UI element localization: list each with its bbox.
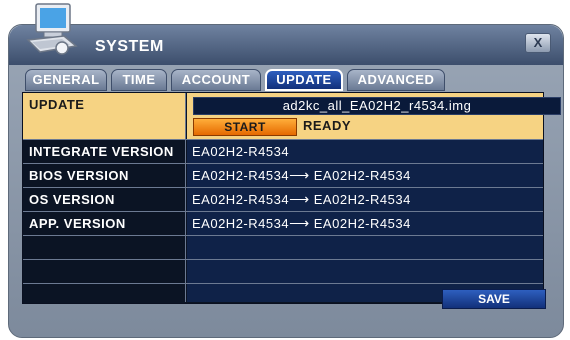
update-table: UPDATE ad2kc_all_EA02H2_r4534.img START … <box>22 92 561 304</box>
row-label: INTEGRATE VERSION <box>23 140 186 163</box>
update-cell: ad2kc_all_EA02H2_r4534.img START READY <box>187 93 561 139</box>
update-status: READY <box>303 118 352 133</box>
row-value: EA02H2-R4534 <box>187 140 543 163</box>
tab-account[interactable]: ACCOUNT <box>171 69 261 91</box>
update-row: UPDATE ad2kc_all_EA02H2_r4534.img START … <box>23 93 561 140</box>
row-value <box>187 236 543 259</box>
row-value: EA02H2-R4534⟶ EA02H2-R4534 <box>187 164 543 187</box>
table-row: OS VERSION EA02H2-R4534⟶ EA02H2-R4534 <box>23 188 543 212</box>
current-version: EA02H2-R4534 <box>192 192 290 207</box>
update-file-field[interactable]: ad2kc_all_EA02H2_r4534.img <box>193 97 561 115</box>
row-label <box>23 284 186 302</box>
arrow-right-icon: ⟶ <box>289 215 310 231</box>
arrow-right-icon: ⟶ <box>289 167 310 183</box>
row-label: BIOS VERSION <box>23 164 186 187</box>
save-button[interactable]: SAVE <box>442 289 546 309</box>
tab-time[interactable]: TIME <box>111 69 167 91</box>
tab-advanced[interactable]: ADVANCED <box>347 69 445 91</box>
row-label <box>23 260 186 283</box>
table-row: INTEGRATE VERSION EA02H2-R4534 <box>23 140 543 164</box>
row-label: APP. VERSION <box>23 212 186 235</box>
title-bar: SYSTEM X <box>9 25 563 65</box>
start-button[interactable]: START <box>193 118 297 136</box>
arrow-right-icon: ⟶ <box>289 191 310 207</box>
current-version: EA02H2-R4534 <box>192 144 290 159</box>
empty-row <box>23 236 543 260</box>
current-version: EA02H2-R4534 <box>192 168 290 183</box>
close-button[interactable]: X <box>525 33 551 53</box>
new-version: EA02H2-R4534 <box>313 192 411 207</box>
current-version: EA02H2-R4534 <box>192 216 290 231</box>
row-value <box>187 260 543 283</box>
new-version: EA02H2-R4534 <box>313 168 411 183</box>
table-row: APP. VERSION EA02H2-R4534⟶ EA02H2-R4534 <box>23 212 543 236</box>
tab-general[interactable]: GENERAL <box>25 69 107 91</box>
row-value: EA02H2-R4534⟶ EA02H2-R4534 <box>187 212 543 235</box>
table-row: BIOS VERSION EA02H2-R4534⟶ EA02H2-R4534 <box>23 164 543 188</box>
empty-row <box>23 260 543 284</box>
window-title: SYSTEM <box>95 38 164 55</box>
update-label: UPDATE <box>23 93 186 139</box>
new-version: EA02H2-R4534 <box>313 216 411 231</box>
row-label <box>23 236 186 259</box>
tab-update[interactable]: UPDATE <box>265 69 343 91</box>
row-value: EA02H2-R4534⟶ EA02H2-R4534 <box>187 188 543 211</box>
row-label: OS VERSION <box>23 188 186 211</box>
computer-icon <box>26 3 78 55</box>
